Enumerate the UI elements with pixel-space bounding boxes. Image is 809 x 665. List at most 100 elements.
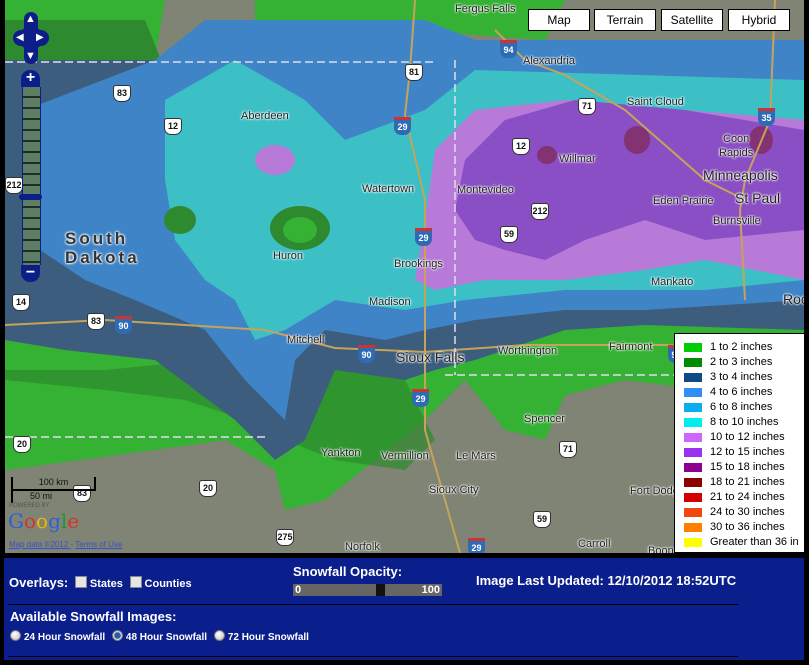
city-label: Boon [648,545,674,553]
pan-control: ▲ ◀ ▶ ▼ [13,12,49,64]
zoom-in-button[interactable]: + [21,70,40,87]
radio-24-hour-label[interactable]: 24 Hour Snowfall [24,632,105,643]
legend-label: 2 to 3 inches [710,356,773,368]
interstate-shield: 29 [412,389,429,407]
pan-left-icon[interactable]: ◀ [16,32,24,44]
us-highway-shield: 83 [113,85,131,102]
city-label: Burnsville [713,215,761,227]
city-label: Sioux Falls [396,349,465,365]
us-highway-shield: 12 [164,118,182,135]
us-highway-shield: 59 [533,511,551,528]
divider [8,604,738,605]
legend-label: 15 to 18 inches [710,461,785,473]
legend-item: 15 to 18 inches [684,460,785,474]
zoom-control: + − [19,70,42,282]
legend-item: 2 to 3 inches [684,355,772,369]
opacity-min-label: 0 [295,584,302,596]
map-type-terrain-button[interactable]: Terrain [594,9,656,31]
legend-swatch [684,342,702,352]
interstate-shield: 29 [394,117,411,135]
interstate-shield: 29 [415,228,432,246]
control-panel: Overlays: States Counties Snowfall Opaci… [4,558,804,660]
city-label: Vermillion [381,450,429,462]
city-label: St Paul [735,190,781,206]
city-label: Carroll [578,538,611,550]
city-label: Minneapolis [703,167,778,183]
scale-mi-label: 50 mi [29,491,52,501]
legend-label: 4 to 6 inches [710,386,773,398]
legend-item: 6 to 8 inches [684,400,772,414]
counties-checkbox[interactable] [129,576,142,588]
pan-down-icon[interactable]: ▼ [25,50,36,62]
us-highway-shield: 71 [559,441,577,458]
legend-swatch [684,537,702,547]
legend-swatch [684,357,702,367]
city-label: Brookings [394,258,443,270]
overlays-group: Overlays: States Counties [9,575,192,590]
legend-swatch [684,387,702,397]
state-label-south-dakota: South Dakota [65,229,140,267]
city-label: Mankato [651,276,694,288]
terms-of-use-link[interactable]: Terms of Use [75,540,122,549]
pan-up-icon[interactable]: ▲ [25,13,36,25]
opacity-max-label: 100 [421,584,440,596]
legend-swatch [684,372,702,382]
city-label: Aberdeen [241,110,289,122]
city-label: Huron [273,250,303,262]
city-label: Willmar [559,153,596,165]
radio-72-hour[interactable] [213,630,225,641]
legend-label: 6 to 8 inches [710,401,773,413]
legend-label: 18 to 21 inches [710,476,785,488]
states-checkbox-label[interactable]: States [90,578,123,590]
radio-72-hour-label[interactable]: 72 Hour Snowfall [228,632,309,643]
opacity-slider[interactable]: 0 100 [293,584,442,596]
us-highway-shield: 14 [12,294,30,311]
legend-item: Greater than 36 in [684,535,799,549]
interstate-shield: 90 [115,316,132,334]
divider [8,656,738,657]
city-label: Fort Dodg [630,485,679,497]
interstate-shield: 35 [758,108,775,126]
map-type-satellite-button[interactable]: Satellite [661,9,723,31]
legend-label: 21 to 24 inches [710,491,785,503]
snowfall-legend: 1 to 2 inches 2 to 3 inches 3 to 4 inches 4… [674,333,804,553]
google-logo[interactable]: Google [8,509,79,533]
legend-label: 8 to 10 inches [710,416,779,428]
legend-label: 3 to 4 inches [710,371,773,383]
city-label: Rapids [719,147,754,159]
pan-right-icon[interactable]: ▶ [36,32,44,44]
us-highway-shield: 20 [199,480,217,497]
map-attribution: Map data ©2012 - Terms of Use [9,540,122,549]
legend-item: 8 to 10 inches [684,415,779,429]
legend-swatch [684,492,702,502]
us-highway-shield: 81 [405,64,423,81]
legend-swatch [684,447,702,457]
city-label: Sioux City [429,484,479,496]
us-highway-shield: 20 [13,436,31,453]
city-label: Norfolk [345,541,380,553]
city-label: Coon [723,133,750,145]
zoom-slider-track[interactable] [22,87,41,265]
counties-checkbox-label[interactable]: Counties [145,578,192,590]
legend-item: 4 to 6 inches [684,385,772,399]
radio-24-hour[interactable] [10,630,21,641]
legend-label: 1 to 2 inches [710,341,773,353]
map-type-hybrid-button[interactable]: Hybrid [728,9,790,31]
radio-48-hour[interactable] [111,630,123,641]
legend-label: 30 to 36 inches [710,521,785,533]
legend-swatch [684,462,702,472]
states-checkbox[interactable] [74,576,87,588]
overlays-label: Overlays: [9,575,69,590]
map-data-link[interactable]: Map data ©2012 [9,540,71,549]
snowfall-map[interactable]: South Dakota Fergus Falls Alexandria Sai… [5,0,804,553]
city-label: Spencer [524,413,565,425]
zoom-slider-handle[interactable] [19,194,42,200]
legend-swatch [684,522,702,532]
map-type-map-button[interactable]: Map [528,9,590,31]
opacity-slider-handle[interactable] [376,584,385,596]
zoom-out-button[interactable]: − [21,265,40,282]
us-highway-shield: 275 [276,529,294,546]
city-label: Le Mars [456,450,496,462]
city-label: Alexandria [523,55,575,67]
radio-48-hour-label[interactable]: 48 Hour Snowfall [126,632,207,643]
